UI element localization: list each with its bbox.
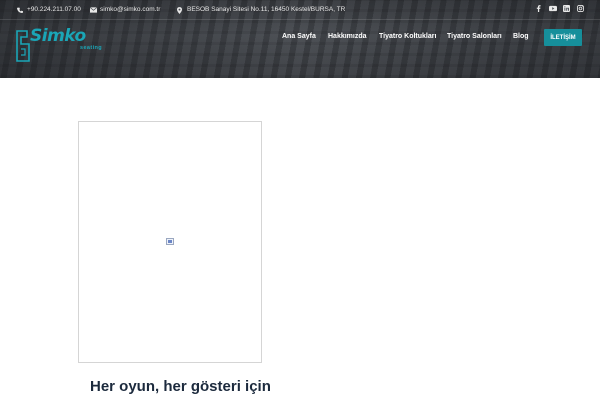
iletisim-button[interactable]: İLETİŞİM (544, 29, 582, 46)
top-contact-bar: +90.224.211.07.00 simko@simko.com.tr BES… (0, 0, 600, 20)
logo-tagline: seating (80, 45, 103, 51)
nav-tiyatro-salonlari[interactable]: Tiyatro Salonları (447, 33, 502, 40)
logo-wordmark: Simko (30, 26, 86, 46)
nav-ana-sayfa[interactable]: Ana Sayfa (282, 33, 316, 40)
address-info: BESOB Sanayi Sitesi No.11, 16450 Kestel/… (177, 6, 346, 14)
phone-icon (17, 7, 23, 13)
phone-info[interactable]: +90.224.211.07.00 (17, 6, 81, 13)
social-links (535, 5, 585, 13)
envelope-icon (89, 6, 98, 13)
address-text: BESOB Sanayi Sitesi No.11, 16450 Kestel/… (187, 6, 346, 13)
hero-header: +90.224.211.07.00 simko@simko.com.tr BES… (0, 0, 600, 78)
email-text: simko@simko.com.tr (100, 6, 161, 13)
youtube-icon[interactable] (549, 5, 557, 12)
phone-text: +90.224.211.07.00 (27, 6, 81, 13)
nav-blog[interactable]: Blog (513, 33, 529, 40)
email-info[interactable]: simko@simko.com.tr (89, 6, 161, 13)
facebook-icon[interactable] (535, 5, 542, 12)
linkedin-icon[interactable] (563, 5, 570, 12)
instagram-icon[interactable] (577, 5, 585, 13)
nav-hakkimizda[interactable]: Hakkımızda (328, 33, 367, 40)
map-marker-icon (177, 6, 183, 14)
simko-logo[interactable]: Simko seating (16, 26, 106, 62)
section-headline: Her oyun, her gösteri için (90, 378, 271, 395)
nav-tiyatro-koltuklari[interactable]: Tiyatro Koltukları (379, 33, 436, 40)
broken-image-icon (166, 238, 174, 245)
